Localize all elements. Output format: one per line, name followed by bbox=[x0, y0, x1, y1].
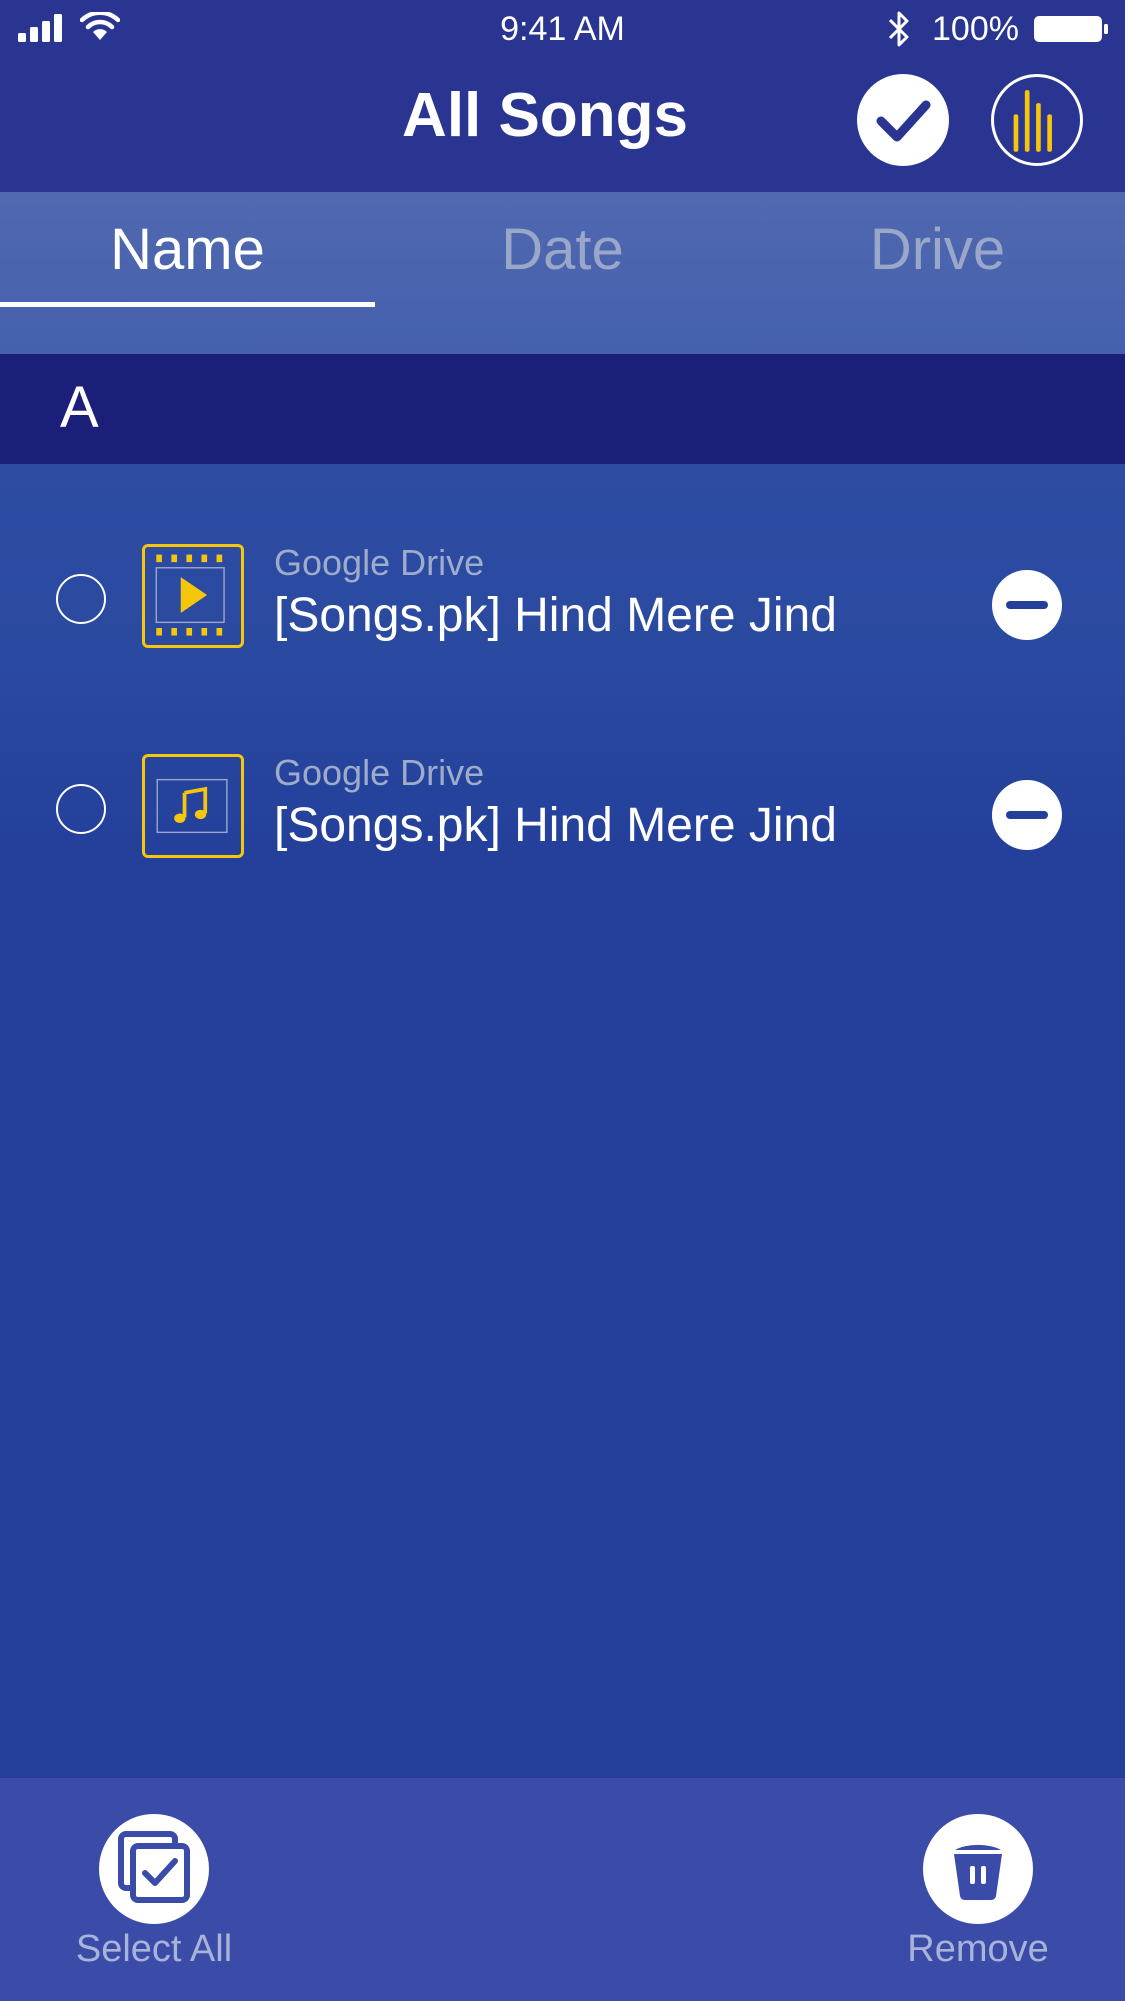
battery-percent: 100% bbox=[932, 10, 1019, 48]
check-icon bbox=[876, 100, 931, 142]
song-list: Google Drive [Songs.pk] Hind Mere Jind G… bbox=[0, 464, 1125, 1778]
select-radio[interactable] bbox=[56, 574, 106, 624]
active-tab-indicator bbox=[0, 302, 375, 307]
remove-label: Remove bbox=[907, 1928, 1049, 1970]
minus-icon bbox=[1006, 601, 1048, 609]
bluetooth-icon bbox=[888, 11, 909, 47]
music-note-icon bbox=[156, 778, 228, 834]
tab-date[interactable]: Date bbox=[375, 216, 750, 283]
item-source: Google Drive bbox=[274, 752, 485, 793]
section-header: A bbox=[0, 354, 1125, 464]
thumbnail bbox=[142, 754, 244, 858]
thumbnail bbox=[142, 544, 244, 648]
item-title: [Songs.pk] Hind Mere Jind bbox=[274, 799, 837, 852]
tab-name[interactable]: Name bbox=[0, 216, 375, 283]
bottom-toolbar: Select All Remove bbox=[0, 1778, 1125, 2001]
select-all-icon bbox=[118, 1831, 190, 1903]
status-bar: 9:41 AM 100% bbox=[0, 0, 1125, 60]
select-all-label: Select All bbox=[75, 1928, 233, 1970]
trash-icon bbox=[954, 1844, 1002, 1900]
tab-drive[interactable]: Drive bbox=[750, 216, 1125, 283]
minus-icon bbox=[1006, 811, 1048, 819]
confirm-button[interactable] bbox=[857, 74, 949, 166]
now-playing-button[interactable] bbox=[991, 74, 1083, 166]
remove-item-button[interactable] bbox=[992, 570, 1062, 640]
battery-icon bbox=[1034, 16, 1108, 42]
list-item[interactable]: Google Drive [Songs.pk] Hind Mere Jind bbox=[0, 734, 1125, 884]
remove-button[interactable] bbox=[923, 1814, 1033, 1924]
select-all-button[interactable] bbox=[99, 1814, 209, 1924]
item-source: Google Drive bbox=[274, 542, 485, 583]
video-icon bbox=[155, 554, 225, 636]
nav-bar: All Songs bbox=[0, 60, 1125, 192]
sort-tabs: Name Date Drive bbox=[0, 192, 1125, 354]
select-radio[interactable] bbox=[56, 784, 106, 834]
remove-item-button[interactable] bbox=[992, 780, 1062, 850]
item-title: [Songs.pk] Hind Mere Jind bbox=[274, 589, 837, 642]
list-item[interactable]: Google Drive [Songs.pk] Hind Mere Jind bbox=[0, 524, 1125, 674]
section-letter: A bbox=[60, 375, 99, 440]
equalizer-icon bbox=[1013, 90, 1052, 152]
